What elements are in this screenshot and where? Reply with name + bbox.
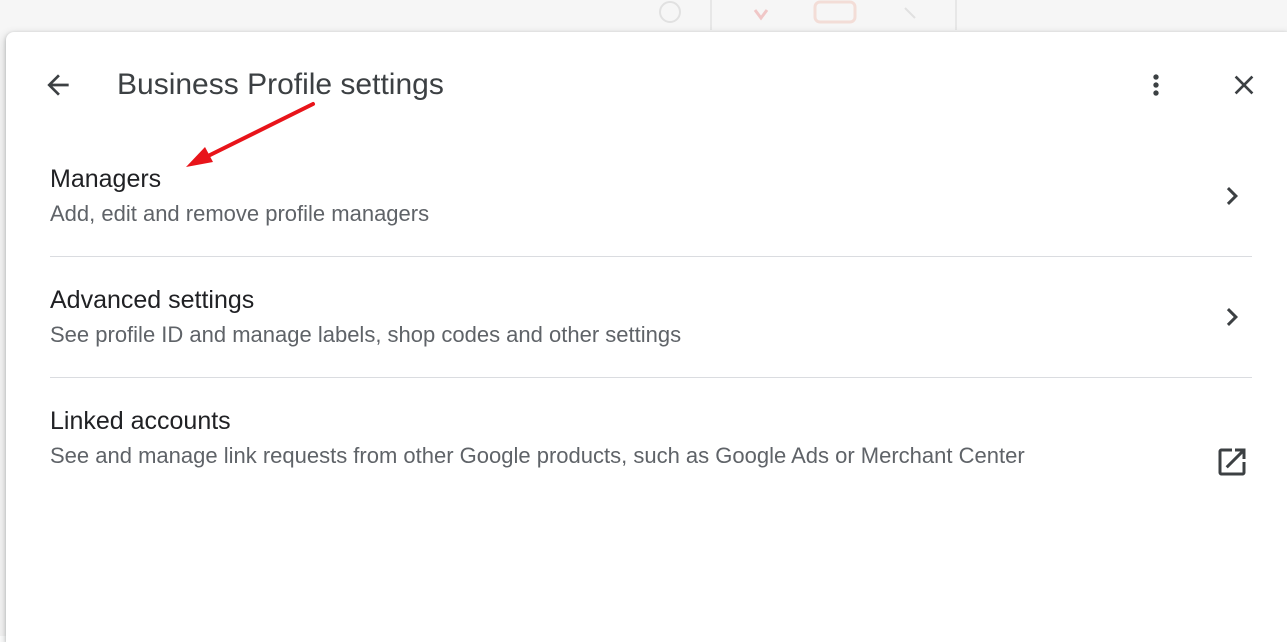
close-icon	[1234, 75, 1254, 95]
close-button[interactable]	[1222, 63, 1266, 107]
item-subtitle: Add, edit and remove profile managers	[50, 201, 430, 226]
page-title: Business Profile settings	[117, 68, 444, 101]
back-button[interactable]	[36, 63, 80, 107]
settings-dialog: Business Profile settings Managers Add, …	[6, 32, 1287, 642]
arrow-back-icon	[47, 74, 69, 96]
chevron-right-icon	[1212, 176, 1252, 216]
item-subtitle: See and manage link requests from other …	[50, 443, 1025, 468]
item-subtitle: See profile ID and manage labels, shop c…	[50, 322, 682, 347]
settings-list: Managers Add, edit and remove profile ma…	[50, 136, 1252, 494]
dialog-header: Business Profile settings	[6, 32, 1287, 136]
item-title: Managers	[50, 165, 162, 193]
list-item-advanced-settings[interactable]: Advanced settings See profile ID and man…	[50, 257, 1252, 378]
more-options-button[interactable]	[1134, 63, 1178, 107]
more-vert-icon	[1153, 74, 1159, 96]
item-title: Linked accounts	[50, 407, 231, 435]
chevron-right-icon	[1212, 297, 1252, 337]
open-in-new-icon	[1212, 442, 1252, 482]
list-item-linked-accounts[interactable]: Linked accounts See and manage link requ…	[50, 378, 1252, 494]
background-app-icons	[659, 0, 957, 30]
list-item-managers[interactable]: Managers Add, edit and remove profile ma…	[50, 136, 1252, 257]
item-title: Advanced settings	[50, 286, 255, 314]
